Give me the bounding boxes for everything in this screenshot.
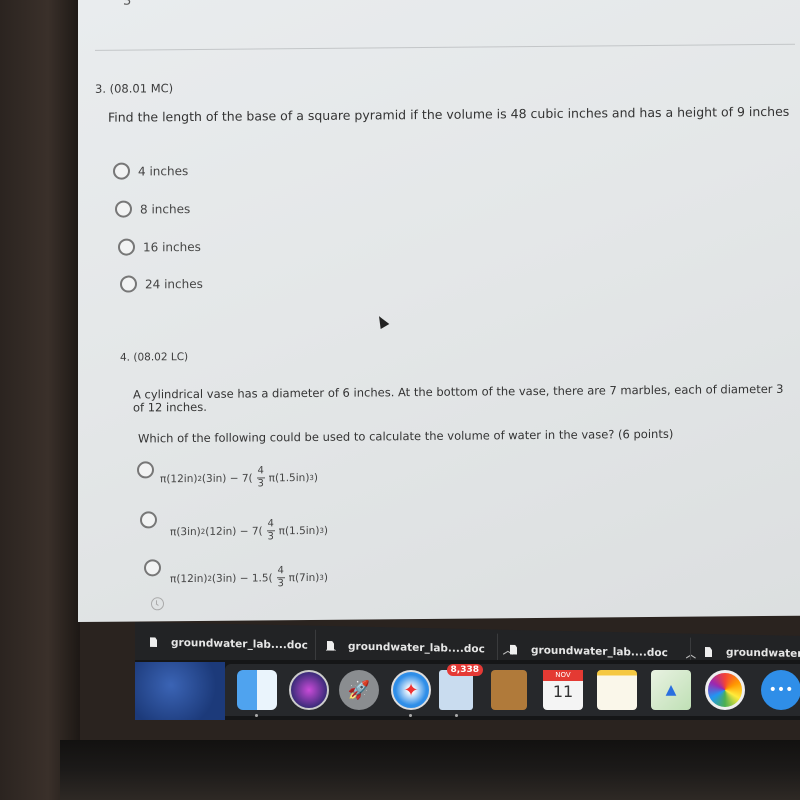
formula-option-3: π(12in) 2 (3in) − 1.5( 43 π(7in) 3) [170, 565, 328, 590]
document-icon [705, 647, 712, 657]
download-filename: groundwater_lab....doc [531, 643, 668, 659]
question-3-header: 3. (08.01 MC) [95, 81, 174, 96]
desktop-wallpaper [135, 662, 225, 720]
running-indicator [255, 714, 258, 717]
previous-question-fragment: 3 [123, 0, 132, 9]
download-item[interactable]: groundwater_lab....doc ︿ [327, 638, 513, 657]
finder-icon[interactable] [237, 670, 277, 710]
radio-button[interactable] [115, 200, 132, 218]
radio-button[interactable] [140, 511, 157, 529]
photos-icon[interactable] [705, 670, 745, 710]
formula-option-2: π(3in) 2 (12in) − 7( 43 π(1.5in) 3) [170, 518, 329, 543]
question-4-text-line-1: A cylindrical vase has a diameter of 6 i… [133, 381, 784, 402]
download-filename: groundwater_ [726, 646, 800, 661]
question-3-option-2[interactable]: 8 inches [115, 200, 190, 218]
download-filename: groundwater_lab....doc [171, 636, 308, 652]
radio-button[interactable] [113, 162, 130, 180]
monitor-bezel-left [0, 0, 80, 800]
option-label: 24 inches [145, 276, 203, 291]
question-4-header: 4. (08.02 LC) [120, 351, 189, 364]
question-4-option-3[interactable] [144, 559, 161, 577]
question-3-option-4[interactable]: 24 inches [120, 275, 203, 293]
notification-badge: 8,338 [446, 664, 483, 676]
radio-button[interactable] [118, 238, 135, 256]
option-label: 4 inches [138, 163, 189, 178]
option-label: 8 inches [140, 201, 191, 216]
running-indicator [409, 714, 412, 717]
calendar-day: 11 [552, 682, 574, 701]
radio-button[interactable] [137, 461, 154, 479]
document-icon [150, 637, 157, 647]
document-icon [510, 644, 517, 654]
calendar-month: NOV [543, 670, 583, 681]
question-4-option-1[interactable] [137, 461, 154, 479]
launchpad-icon[interactable]: 🚀 [339, 670, 379, 710]
question-divider [95, 43, 795, 51]
question-4-text-line-2: of 12 inches. [133, 399, 207, 415]
radio-button[interactable] [120, 275, 137, 293]
notes-icon[interactable] [597, 670, 637, 710]
download-item[interactable]: groundwater_ [705, 646, 800, 660]
monitor-bezel-bottom [60, 740, 800, 800]
maps-icon[interactable]: ▲ [651, 670, 691, 710]
mouse-cursor-icon [374, 313, 390, 330]
question-4-option-2[interactable] [140, 511, 157, 529]
quiz-page: 3 3. (08.01 MC) Find the length of the b… [78, 0, 800, 622]
question-3-text: Find the length of the base of a square … [108, 103, 790, 125]
clock-icon [151, 597, 164, 611]
contacts-icon[interactable] [491, 670, 527, 710]
option-label: 16 inches [143, 239, 201, 254]
calendar-icon[interactable]: NOV 11 [543, 670, 583, 710]
question-3-option-1[interactable]: 4 inches [113, 162, 188, 180]
question-3-option-3[interactable]: 16 inches [118, 238, 201, 256]
document-icon [327, 641, 334, 651]
safari-icon[interactable]: ✦ [391, 670, 431, 710]
siri-icon[interactable] [289, 670, 329, 710]
formula-option-1: π(12in) 2 (3in) − 7( 43 π(1.5in) 3) [160, 465, 318, 490]
dock: 🚀 ✦ 8,338 NOV 11 ▲ ••• [225, 664, 800, 717]
download-item[interactable]: groundwater_lab....doc ︿ [510, 642, 696, 661]
radio-button[interactable] [144, 559, 161, 577]
running-indicator [455, 714, 458, 717]
messages-icon[interactable]: ••• [761, 670, 800, 710]
question-4-prompt: Which of the following could be used to … [138, 426, 674, 446]
mail-icon[interactable]: 8,338 [439, 664, 483, 710]
download-filename: groundwater_lab....doc [348, 639, 485, 655]
download-item[interactable]: groundwater_lab....doc ︿ [150, 634, 336, 653]
